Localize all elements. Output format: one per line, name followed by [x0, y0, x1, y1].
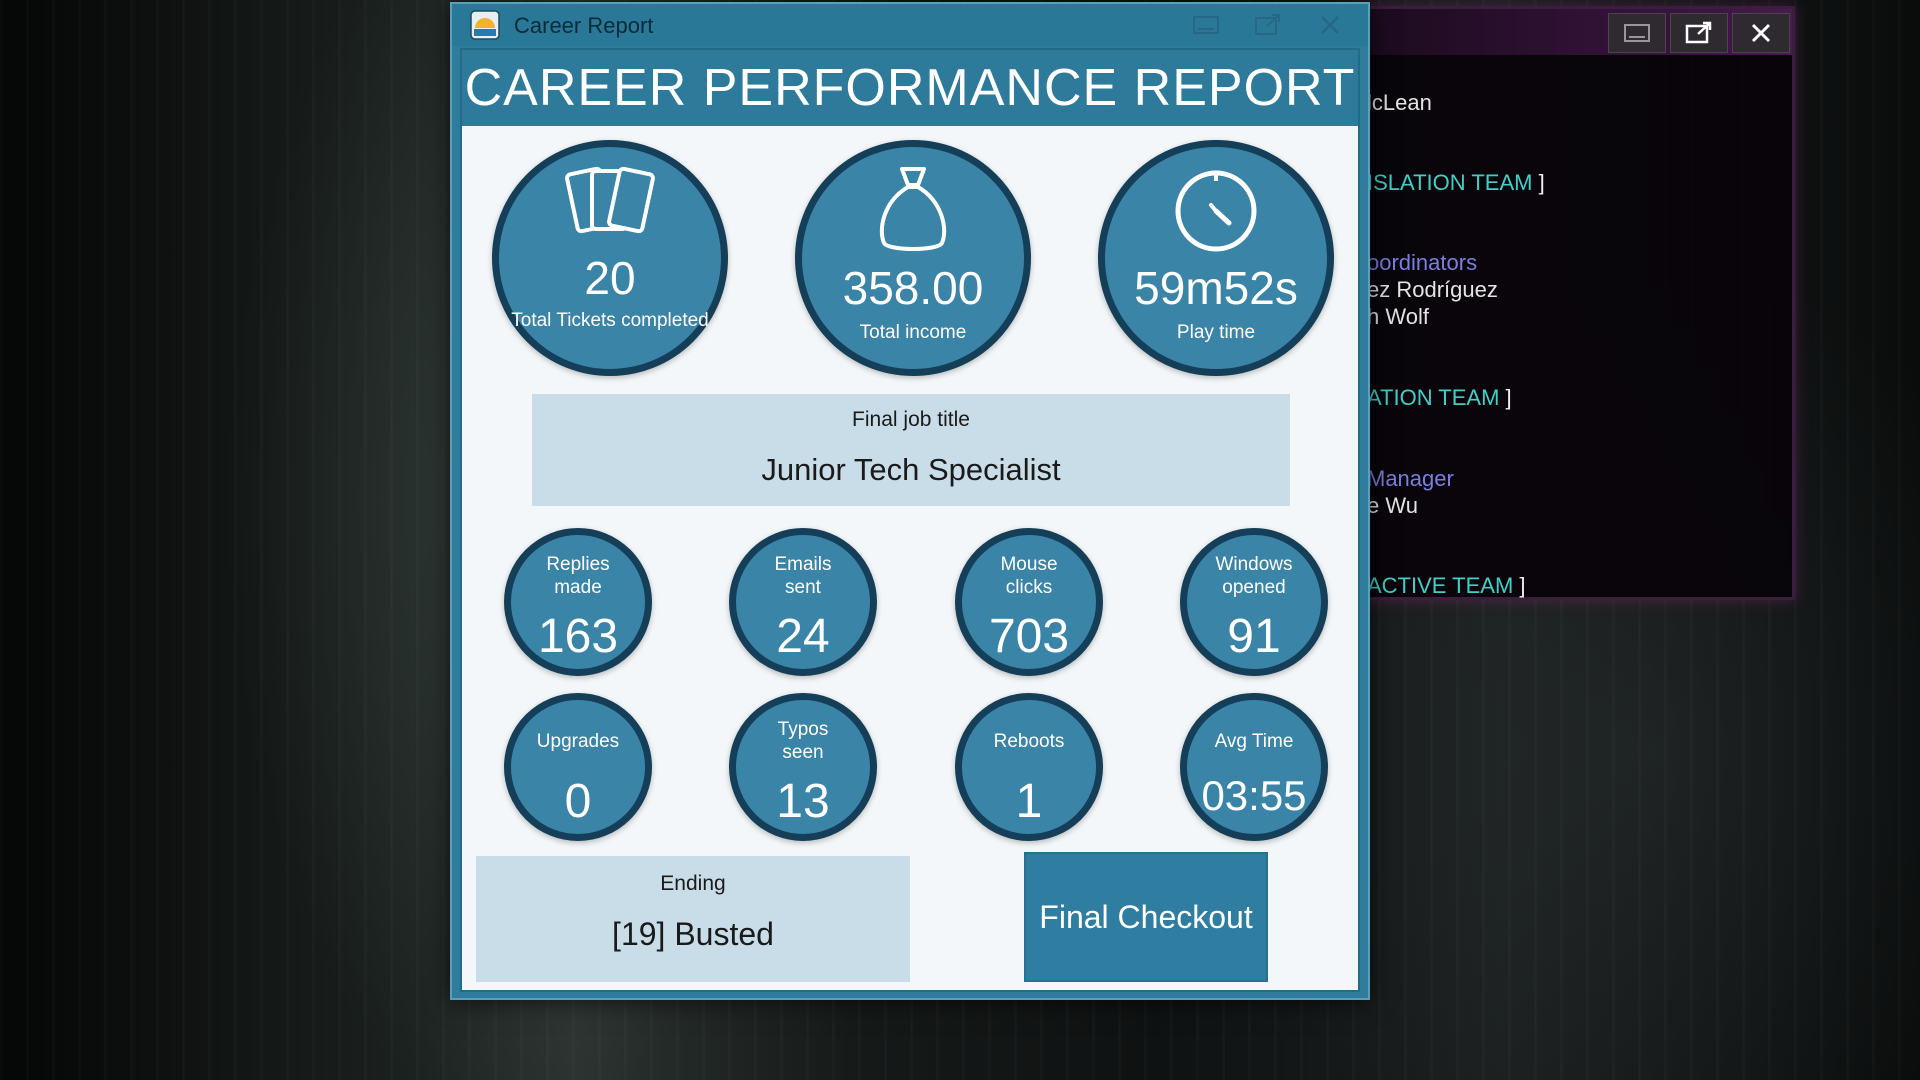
- cards-icon: [565, 166, 655, 234]
- stat-label: Play time: [1176, 322, 1256, 343]
- job-title-label: Final job title: [852, 408, 970, 431]
- clock-icon: [1175, 170, 1257, 252]
- money-bag-icon: [879, 167, 947, 251]
- credits-role: Manager: [1367, 466, 1454, 491]
- team-name: ACTIVE TEAM: [1367, 573, 1514, 598]
- credits-line: e Wu: [1367, 493, 1418, 518]
- stat-value: 0: [564, 775, 592, 828]
- stat-label: Replies made: [546, 554, 610, 598]
- popout-icon: [1685, 21, 1712, 44]
- stat-total-tickets: 20 Total Tickets completed: [492, 140, 728, 376]
- stat-label: Total Tickets completed: [511, 310, 709, 331]
- stat-upgrades: Upgrades 0: [504, 693, 652, 841]
- popout-button[interactable]: [1240, 8, 1296, 42]
- stat-typos-seen: Typos seen 13: [729, 693, 877, 841]
- close-icon: [1321, 16, 1339, 34]
- credits-line: lcLean: [1367, 90, 1432, 115]
- stat-avg-time: Avg Time 03:55: [1180, 693, 1328, 841]
- credits-line: ez Rodríguez: [1367, 277, 1498, 302]
- close-button[interactable]: [1732, 13, 1790, 53]
- stat-mouse-clicks: Mouse clicks 703: [955, 528, 1103, 676]
- minimize-button[interactable]: [1178, 8, 1234, 42]
- ending-value: [19] Busted: [612, 916, 774, 952]
- report-heading: CAREER PERFORMANCE REPORT: [462, 50, 1358, 126]
- popout-icon: [1255, 14, 1280, 35]
- close-icon: [1751, 23, 1771, 43]
- final-checkout-button[interactable]: Final Checkout: [1024, 852, 1268, 982]
- stat-value: 91: [1227, 610, 1281, 663]
- stat-total-income: 358.00 Total income: [795, 140, 1031, 376]
- minimize-icon: [1193, 16, 1219, 34]
- stat-value: 13: [776, 775, 830, 828]
- team-bracket: ]: [1538, 170, 1545, 195]
- final-job-title-panel: Final job title Junior Tech Specialist: [532, 394, 1290, 506]
- stat-label: Emails sent: [774, 554, 832, 598]
- ending-label: Ending: [660, 872, 726, 895]
- stat-play-time: 59m52s Play time: [1098, 140, 1334, 376]
- stat-value: 59m52s: [1134, 262, 1298, 314]
- app-logo-icon: [470, 10, 500, 40]
- stat-value: 358.00: [842, 262, 984, 314]
- career-report-window: Career Report CAREER PERFORMANCE REPORT …: [450, 2, 1370, 1000]
- stat-label: Reboots: [993, 731, 1065, 752]
- stat-value: 03:55: [1201, 772, 1307, 819]
- stat-label: Windows opened: [1215, 554, 1293, 598]
- credits-window: lcLean ISLATION TEAM ] oordinators ez Ro…: [1340, 6, 1795, 600]
- stat-replies-made: Replies made 163: [504, 528, 652, 676]
- credits-team-heading: ISLATION TEAM ]: [1367, 169, 1545, 196]
- credits-titlebar[interactable]: [1343, 9, 1792, 55]
- team-name: ISLATION TEAM: [1367, 170, 1533, 195]
- credits-team-heading: ACTIVE TEAM ]: [1367, 572, 1526, 599]
- stat-label: Mouse clicks: [1000, 554, 1058, 598]
- team-name: ATION TEAM: [1367, 385, 1500, 410]
- stat-value: 703: [988, 610, 1070, 663]
- credits-window-controls: [1608, 13, 1790, 53]
- stat-label: Total income: [859, 322, 967, 343]
- team-bracket: ]: [1505, 385, 1512, 410]
- report-content: CAREER PERFORMANCE REPORT 20 Total Ticke…: [460, 48, 1360, 992]
- stat-label: Typos seen: [777, 719, 829, 763]
- credits-line: h Wolf: [1367, 304, 1429, 329]
- popout-button[interactable]: [1670, 13, 1728, 53]
- minimize-icon: [1624, 24, 1650, 42]
- stat-value: 163: [537, 610, 619, 663]
- job-title-value: Junior Tech Specialist: [761, 452, 1061, 487]
- minimize-button[interactable]: [1608, 13, 1666, 53]
- ending-panel: Ending [19] Busted: [476, 856, 910, 982]
- stat-windows-opened: Windows opened 91: [1180, 528, 1328, 676]
- report-window-controls: [1178, 8, 1358, 42]
- credits-team-heading: ATION TEAM ]: [1367, 384, 1512, 411]
- stat-value: 24: [776, 610, 830, 663]
- stat-label: Upgrades: [536, 731, 620, 752]
- stat-label: Avg Time: [1214, 731, 1294, 752]
- report-titlebar[interactable]: Career Report: [452, 4, 1368, 46]
- stat-value: 1: [1015, 775, 1043, 828]
- stat-value: 20: [584, 252, 636, 304]
- window-title: Career Report: [514, 13, 654, 38]
- team-bracket: ]: [1519, 573, 1526, 598]
- stat-emails-sent: Emails sent 24: [729, 528, 877, 676]
- close-button[interactable]: [1302, 8, 1358, 42]
- stat-reboots: Reboots 1: [955, 693, 1103, 841]
- credits-role: oordinators: [1367, 250, 1478, 275]
